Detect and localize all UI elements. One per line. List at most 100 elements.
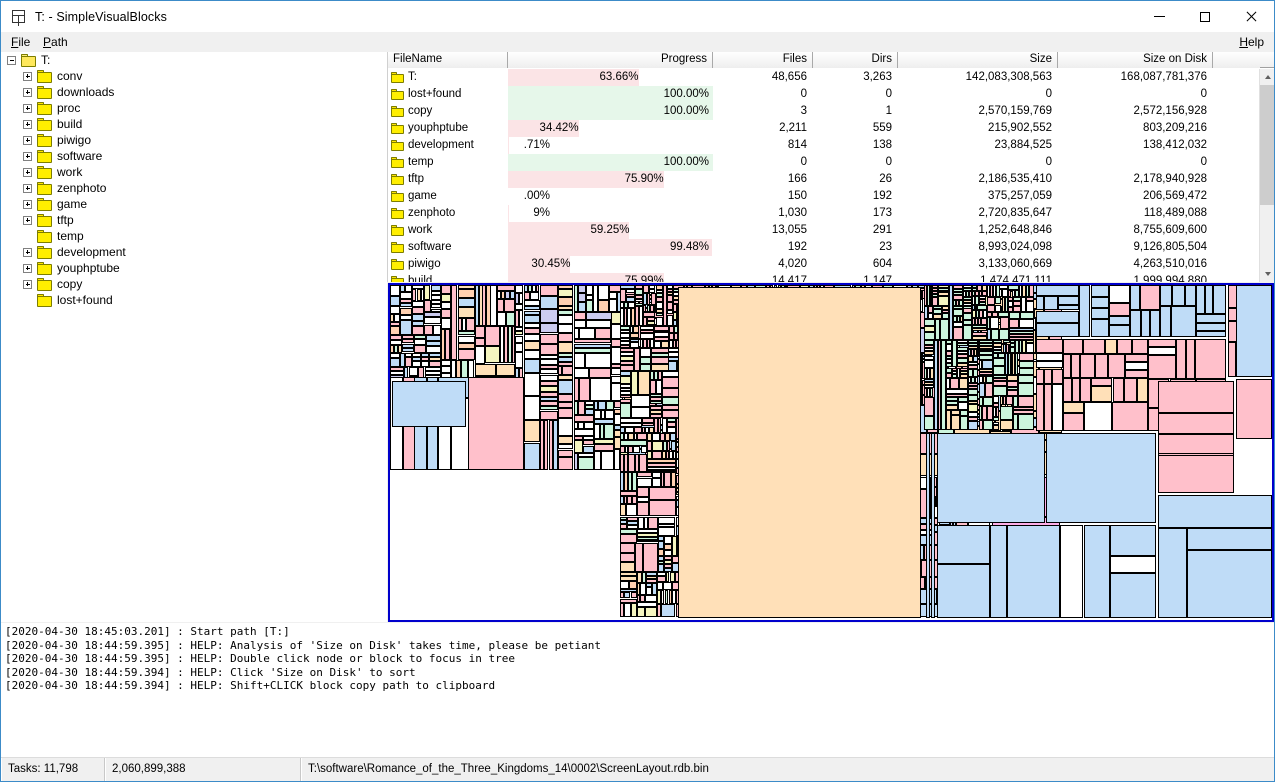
treemap-block[interactable] bbox=[1020, 311, 1034, 320]
folder-tree[interactable]: T: conv downloads proc build piwigo software wo… bbox=[1, 52, 387, 622]
treemap-block[interactable] bbox=[993, 395, 1000, 404]
treemap-block[interactable] bbox=[627, 453, 635, 472]
treemap-block[interactable] bbox=[1019, 368, 1034, 375]
treemap-block[interactable] bbox=[620, 553, 635, 562]
treemap-block[interactable] bbox=[1080, 378, 1091, 402]
treemap-block[interactable] bbox=[1018, 414, 1034, 430]
treemap-block[interactable] bbox=[585, 285, 593, 295]
treemap-block[interactable] bbox=[924, 415, 934, 430]
treemap-block[interactable] bbox=[539, 343, 558, 355]
treemap-block[interactable] bbox=[661, 604, 676, 617]
treemap-block[interactable] bbox=[643, 542, 658, 573]
treemap-block[interactable] bbox=[960, 415, 968, 430]
treemap-block[interactable] bbox=[939, 318, 949, 341]
treemap-block[interactable] bbox=[1090, 319, 1110, 337]
treemap-block[interactable] bbox=[999, 317, 1010, 329]
treemap-block[interactable] bbox=[1149, 310, 1160, 337]
treemap-block[interactable] bbox=[1036, 285, 1079, 297]
treemap-block[interactable] bbox=[963, 324, 972, 341]
tree-node-root[interactable]: T: bbox=[1, 52, 387, 68]
treemap-block[interactable] bbox=[496, 298, 505, 313]
table-row[interactable]: temp 100.00% 0 0 0 0 bbox=[388, 154, 1260, 171]
collapse-toggle-icon[interactable] bbox=[7, 55, 16, 65]
treemap-block[interactable] bbox=[1175, 339, 1186, 379]
treemap-block[interactable] bbox=[999, 419, 1013, 430]
treemap-block[interactable] bbox=[1043, 368, 1052, 385]
treemap-block[interactable] bbox=[1044, 296, 1058, 311]
treemap-block[interactable] bbox=[989, 525, 1007, 618]
treemap-block[interactable] bbox=[1036, 339, 1064, 353]
treemap-block[interactable] bbox=[1196, 331, 1226, 337]
menu-help[interactable]: Help bbox=[1233, 34, 1270, 51]
treemap-block[interactable] bbox=[1196, 285, 1205, 315]
treemap-block[interactable] bbox=[1036, 323, 1079, 337]
treemap-block[interactable] bbox=[952, 309, 964, 317]
treemap-block[interactable] bbox=[539, 295, 558, 310]
treemap-block[interactable] bbox=[523, 373, 540, 396]
treemap-block[interactable] bbox=[1125, 369, 1149, 379]
treemap-block[interactable] bbox=[1036, 310, 1079, 324]
treemap-block[interactable] bbox=[1130, 285, 1141, 311]
table-row[interactable]: work 59.25% 13,055 291 1,252,648,846 8,755,60… bbox=[388, 222, 1260, 239]
tree-node-lost-found[interactable]: lost+found bbox=[1, 292, 387, 308]
treemap-block[interactable] bbox=[514, 336, 524, 344]
treemap-block[interactable] bbox=[660, 341, 669, 348]
scrollbar-thumb[interactable] bbox=[1260, 85, 1274, 205]
treemap-block[interactable] bbox=[993, 425, 1000, 430]
treemap-block[interactable] bbox=[432, 324, 442, 336]
treemap-block[interactable] bbox=[1019, 360, 1034, 369]
treemap-block[interactable] bbox=[474, 325, 486, 339]
treemap-block[interactable] bbox=[485, 346, 500, 364]
treemap-block[interactable] bbox=[399, 320, 413, 336]
treemap-block[interactable] bbox=[639, 347, 651, 357]
treemap-block[interactable] bbox=[632, 445, 641, 454]
treemap-block[interactable] bbox=[539, 322, 558, 334]
column-header-size-on-disk[interactable]: Size on Disk bbox=[1058, 52, 1213, 68]
expand-toggle-icon[interactable] bbox=[23, 71, 32, 81]
treemap-block[interactable] bbox=[523, 340, 540, 350]
treemap-block[interactable] bbox=[1019, 353, 1034, 361]
treemap-block[interactable] bbox=[1036, 352, 1064, 361]
treemap-block[interactable] bbox=[991, 329, 999, 341]
expand-toggle-icon[interactable] bbox=[23, 183, 32, 193]
treemap-block[interactable] bbox=[1006, 525, 1061, 618]
treemap-block[interactable] bbox=[523, 358, 540, 373]
treemap-block[interactable] bbox=[413, 344, 426, 353]
treemap-block[interactable] bbox=[539, 333, 558, 344]
treemap-block[interactable] bbox=[598, 300, 609, 313]
treemap-block[interactable] bbox=[1029, 285, 1034, 298]
treemap-block[interactable] bbox=[635, 288, 643, 296]
treemap-block[interactable] bbox=[424, 285, 431, 301]
treemap-block[interactable] bbox=[634, 542, 644, 573]
treemap-block[interactable] bbox=[1158, 413, 1234, 435]
treemap-block[interactable] bbox=[585, 300, 593, 312]
treemap-block[interactable] bbox=[655, 317, 664, 327]
menu-path[interactable]: Path bbox=[37, 34, 74, 51]
treemap-block[interactable] bbox=[657, 564, 665, 573]
treemap-block[interactable] bbox=[573, 367, 589, 378]
treemap-block[interactable] bbox=[598, 400, 607, 410]
treemap-block[interactable] bbox=[652, 433, 660, 441]
treemap-block[interactable] bbox=[1078, 285, 1091, 337]
tree-node-downloads[interactable]: downloads bbox=[1, 84, 387, 100]
table-row[interactable]: development .71% 814 138 23,884,525 138,412,0… bbox=[388, 137, 1260, 154]
treemap-block[interactable] bbox=[937, 563, 990, 618]
treemap-block[interactable] bbox=[561, 366, 574, 376]
treemap-block[interactable] bbox=[523, 442, 540, 470]
treemap-block[interactable] bbox=[405, 285, 413, 293]
treemap-block[interactable] bbox=[1196, 314, 1226, 323]
expand-toggle-icon[interactable] bbox=[23, 151, 32, 161]
treemap-block[interactable] bbox=[1051, 368, 1064, 385]
treemap-block[interactable] bbox=[1185, 339, 1195, 379]
treemap-block[interactable] bbox=[637, 486, 649, 498]
treemap-block[interactable] bbox=[441, 285, 451, 294]
treemap-block[interactable] bbox=[539, 309, 558, 323]
treemap-block[interactable] bbox=[957, 402, 968, 410]
list-vertical-scrollbar[interactable] bbox=[1259, 69, 1274, 282]
treemap-block[interactable] bbox=[963, 313, 972, 320]
treemap-block[interactable] bbox=[1112, 378, 1125, 402]
treemap-block[interactable] bbox=[981, 359, 994, 369]
treemap-block[interactable] bbox=[644, 594, 658, 603]
treemap-block[interactable] bbox=[637, 502, 649, 517]
treemap-block[interactable] bbox=[514, 285, 524, 294]
